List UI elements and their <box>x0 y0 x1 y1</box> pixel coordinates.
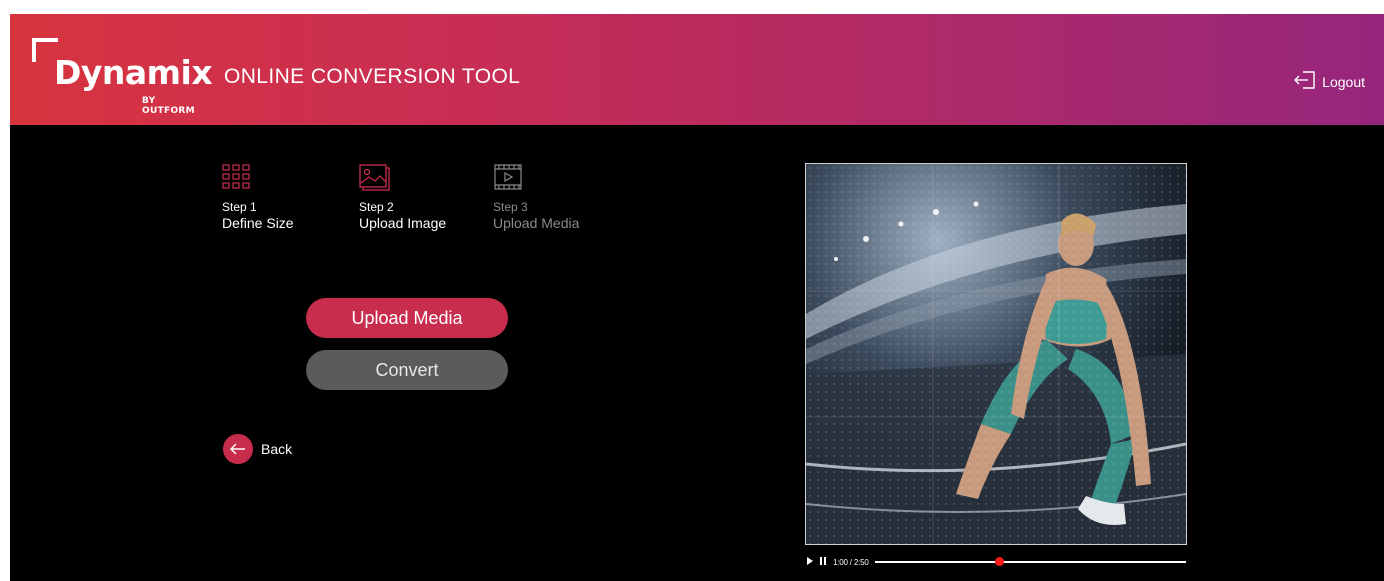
image-icon <box>359 164 391 192</box>
upload-media-button[interactable]: Upload Media <box>306 298 508 338</box>
back-button[interactable]: Back <box>223 434 292 464</box>
step-3-upload-media: Step 3 Upload Media <box>493 164 613 232</box>
playback-time: 1:00 / 2:50 <box>833 557 869 567</box>
step-label: Upload Image <box>359 215 447 231</box>
step-label: Upload Media <box>493 215 580 231</box>
app-header: Dynamix BY OUTFORM ONLINE CONVERSION TOO… <box>10 14 1384 125</box>
logo-sub-text: BY OUTFORM <box>142 96 195 116</box>
pause-icon[interactable] <box>819 557 827 567</box>
grid-icon <box>222 164 254 192</box>
media-player-controls: 1:00 / 2:50 <box>806 555 1188 569</box>
logout-button[interactable]: Logout <box>1294 71 1365 92</box>
app-window: Dynamix BY OUTFORM ONLINE CONVERSION TOO… <box>10 14 1384 581</box>
logout-label: Logout <box>1322 73 1365 90</box>
progress-track[interactable] <box>874 557 1186 566</box>
media-preview <box>805 163 1187 545</box>
back-label: Back <box>261 441 293 457</box>
back-arrow-icon <box>223 434 253 464</box>
step-number: Step 3 <box>493 200 528 214</box>
video-icon <box>493 164 525 192</box>
step-number: Step 1 <box>222 200 257 214</box>
logout-icon <box>1294 71 1316 92</box>
step-2-upload-image[interactable]: Step 2 Upload Image <box>359 164 479 232</box>
logo-brand-text: Dynamix <box>54 53 213 92</box>
page-title: ONLINE CONVERSION TOOL <box>224 65 521 88</box>
dynamix-logo[interactable]: Dynamix BY OUTFORM <box>32 38 213 118</box>
step-1-define-size[interactable]: Step 1 Define Size <box>222 164 342 232</box>
preview-image <box>806 164 1186 544</box>
progress-knob[interactable] <box>995 557 1005 566</box>
play-icon[interactable] <box>806 557 814 567</box>
step-label: Define Size <box>222 215 294 231</box>
convert-button[interactable]: Convert <box>306 350 508 390</box>
step-number: Step 2 <box>359 200 394 214</box>
